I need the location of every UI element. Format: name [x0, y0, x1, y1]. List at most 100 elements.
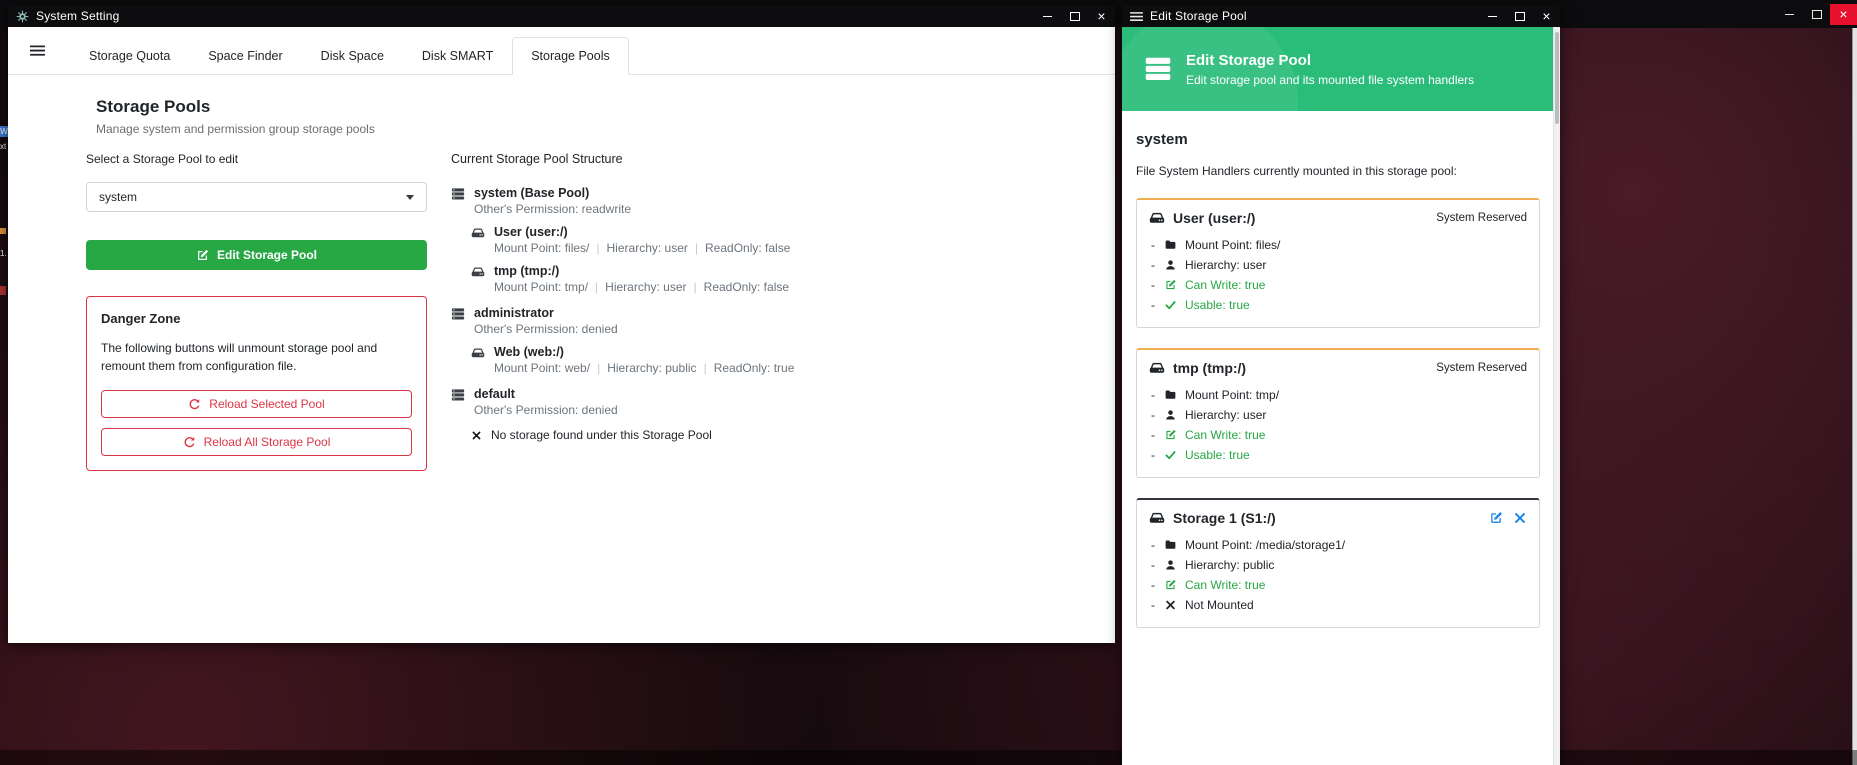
handlers-description: File System Handlers currently mounted i…: [1136, 164, 1531, 178]
chevron-down-icon: [406, 195, 414, 200]
storage-pools-page: Storage Pools Manage system and permissi…: [8, 75, 1115, 471]
handler-detail-row: Usable: true: [1149, 445, 1527, 465]
danger-zone-text: The following buttons will unmount stora…: [101, 339, 412, 375]
hdd-icon: [471, 226, 485, 240]
danger-zone-card: Danger Zone The following buttons will u…: [86, 296, 427, 471]
handler-detail-row: Can Write: true: [1149, 425, 1527, 445]
background-close-button[interactable]: [1830, 4, 1857, 25]
tab-space-finder[interactable]: Space Finder: [189, 37, 301, 75]
scrollbar[interactable]: [1553, 27, 1560, 765]
handler-detail-row: Mount Point: /media/storage1/: [1149, 535, 1527, 555]
window-controls: [1479, 5, 1560, 27]
pool-structure-tree: system (Base Pool) Other's Permission: r…: [451, 186, 1091, 442]
storage-pool-select[interactable]: system: [86, 182, 427, 212]
handler-card-user: User (user:/) System Reserved Mount Poin…: [1136, 198, 1540, 328]
handler-actions: [1489, 511, 1527, 525]
pool-edit-column: Select a Storage Pool to edit system Edi…: [86, 152, 427, 471]
tab-storage-pools[interactable]: Storage Pools: [512, 37, 629, 75]
desktop-icon-fragment: [0, 286, 6, 295]
close-button[interactable]: [1088, 5, 1115, 27]
user-icon: [1164, 259, 1177, 271]
select-pool-label: Select a Storage Pool to edit: [86, 152, 427, 166]
pool-permission: Other's Permission: denied: [474, 403, 618, 417]
close-button[interactable]: [1533, 5, 1560, 27]
storage-pool-icon: [451, 388, 465, 402]
gear-icon: [16, 10, 29, 23]
handler-name: User (user:/): [1173, 210, 1255, 226]
tab-disk-space[interactable]: Disk Space: [302, 37, 403, 75]
tab-storage-quota[interactable]: Storage Quota: [70, 37, 189, 75]
cross-icon: [471, 430, 482, 441]
window-title: Edit Storage Pool: [1150, 9, 1247, 23]
page-subtitle: Manage system and permission group stora…: [96, 122, 1091, 136]
mount-details: Mount Point: files/|Hierarchy: user|Read…: [494, 241, 790, 255]
cross-icon: [1164, 599, 1177, 611]
pool-name: administrator: [474, 306, 618, 320]
reload-selected-pool-button[interactable]: Reload Selected Pool: [101, 390, 412, 418]
scrollbar-thumb[interactable]: [1555, 32, 1559, 124]
banner-title: Edit Storage Pool: [1186, 52, 1474, 69]
background-window-controls: [1776, 4, 1857, 25]
hdd-icon: [1149, 511, 1165, 525]
selected-pool-value: system: [99, 190, 137, 204]
folder-icon: [1164, 239, 1177, 251]
background-maximize-button[interactable]: [1803, 4, 1830, 25]
edit-icon: [1164, 279, 1177, 291]
close-icon: [1542, 9, 1550, 24]
mount-node-tmp: tmp (tmp:/) Mount Point: tmp/|Hierarchy:…: [471, 264, 1091, 294]
mount-node-user: User (user:/) Mount Point: files/|Hierar…: [471, 225, 1091, 255]
handler-card-storage1: Storage 1 (S1:/) Mount Point: /media/sto…: [1136, 498, 1540, 628]
window-controls: [1034, 5, 1115, 27]
handler-detail-row: Can Write: true: [1149, 575, 1527, 595]
mount-name: tmp (tmp:/): [494, 264, 789, 278]
handler-detail-row: Hierarchy: public: [1149, 555, 1527, 575]
handler-name: tmp (tmp:/): [1173, 360, 1246, 376]
folder-icon: [1164, 389, 1177, 401]
handler-detail-row: Can Write: true: [1149, 275, 1527, 295]
edit-handler-icon[interactable]: [1489, 511, 1503, 525]
mount-name: Web (web:/): [494, 345, 794, 359]
menu-button[interactable]: [30, 27, 70, 74]
system-setting-window: System Setting Storage Quota Space Finde…: [8, 5, 1115, 643]
pool-name: default: [474, 387, 618, 401]
desktop-bottom-edge: [0, 750, 1857, 765]
edit-storage-pool-button[interactable]: Edit Storage Pool: [86, 240, 427, 270]
hamburger-icon: [30, 43, 45, 58]
minimize-button[interactable]: [1034, 5, 1061, 27]
handler-detail-row: Hierarchy: user: [1149, 405, 1527, 425]
user-icon: [1164, 559, 1177, 571]
pool-permission: Other's Permission: denied: [474, 322, 618, 336]
check-icon: [1164, 299, 1177, 311]
desktop-icon-fragment: [0, 228, 6, 234]
tab-disk-smart[interactable]: Disk SMART: [403, 37, 512, 75]
handler-card-tmp: tmp (tmp:/) System Reserved Mount Point:…: [1136, 348, 1540, 478]
handler-detail-row: Mount Point: files/: [1149, 235, 1527, 255]
handler-detail-row: Usable: true: [1149, 295, 1527, 315]
settings-tabbar: Storage Quota Space Finder Disk Space Di…: [8, 27, 1115, 75]
pool-node-default: default Other's Permission: denied No st…: [451, 387, 1091, 442]
pool-node-system: system (Base Pool) Other's Permission: r…: [451, 186, 1091, 294]
page-title: Storage Pools: [96, 97, 1091, 117]
folder-icon: [1164, 539, 1177, 551]
edit-icon: [1164, 429, 1177, 441]
edit-pool-titlebar[interactable]: Edit Storage Pool: [1122, 5, 1560, 27]
hdd-icon: [471, 265, 485, 279]
close-icon: [1097, 9, 1105, 24]
minimize-button[interactable]: [1479, 5, 1506, 27]
reload-all-pool-button[interactable]: Reload All Storage Pool: [101, 428, 412, 456]
maximize-button[interactable]: [1061, 5, 1088, 27]
background-window-edge: [1852, 28, 1857, 765]
maximize-button[interactable]: [1506, 5, 1533, 27]
handler-name: Storage 1 (S1:/): [1173, 510, 1276, 526]
background-minimize-button[interactable]: [1776, 4, 1803, 25]
banner-subtitle: Edit storage pool and its mounted file s…: [1186, 73, 1474, 87]
storage-pool-icon: [1144, 55, 1172, 83]
system-setting-titlebar[interactable]: System Setting: [8, 5, 1115, 27]
remove-handler-icon[interactable]: [1513, 511, 1527, 525]
storage-pool-icon: [451, 307, 465, 321]
edit-pool-banner: Edit Storage Pool Edit storage pool and …: [1122, 27, 1553, 111]
refresh-icon: [188, 398, 201, 411]
desktop-icon-fragment: W: [0, 126, 8, 137]
check-icon: [1164, 449, 1177, 461]
user-icon: [1164, 409, 1177, 421]
